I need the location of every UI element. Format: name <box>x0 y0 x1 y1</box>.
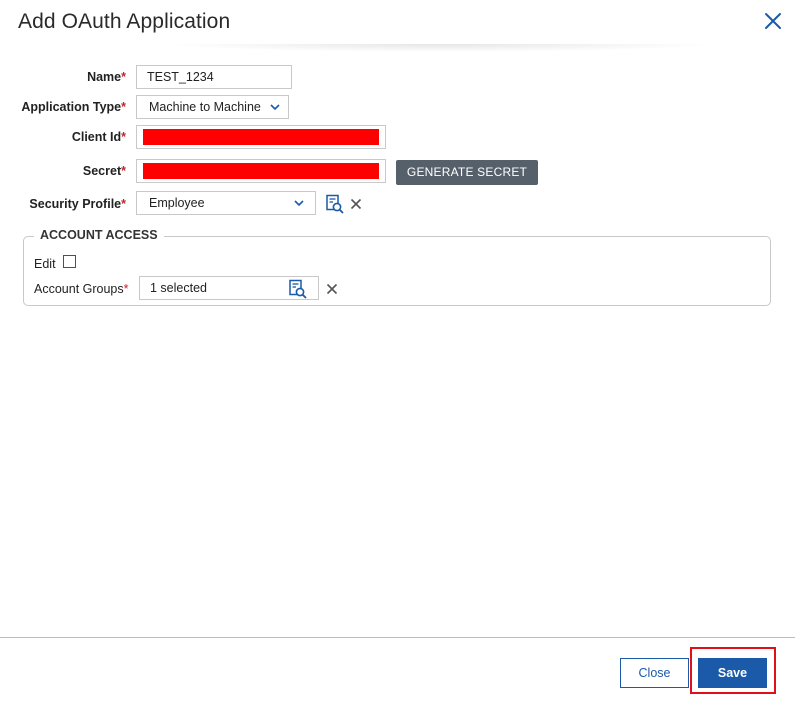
security-profile-value: Employee <box>149 196 205 210</box>
edit-label: Edit <box>34 257 56 271</box>
security-profile-select[interactable]: Employee <box>136 191 316 215</box>
footer-divider <box>0 637 795 638</box>
application-type-value: Machine to Machine <box>149 100 261 114</box>
name-label: Name* <box>87 70 126 84</box>
clear-icon[interactable] <box>326 283 338 295</box>
account-groups-value: 1 selected <box>150 281 207 295</box>
account-groups-label: Account Groups* <box>34 282 129 296</box>
application-type-label: Application Type* <box>21 100 126 114</box>
security-profile-label: Security Profile* <box>29 197 126 211</box>
save-button[interactable]: Save <box>698 658 767 688</box>
search-list-icon[interactable] <box>288 279 308 299</box>
header-divider-shadow <box>160 44 720 52</box>
chevron-down-icon <box>294 200 304 207</box>
secret-label: Secret* <box>82 164 126 178</box>
close-icon[interactable] <box>762 10 784 32</box>
search-list-icon[interactable] <box>325 194 345 214</box>
edit-checkbox[interactable] <box>63 255 76 268</box>
add-oauth-dialog: Add OAuth Application Name* TEST_1234 Ap… <box>0 0 795 709</box>
account-access-legend: ACCOUNT ACCESS <box>34 228 164 242</box>
client-id-label: Client Id* <box>71 130 126 144</box>
client-id-input[interactable] <box>136 125 386 149</box>
generate-secret-button[interactable]: GENERATE SECRET <box>396 160 538 185</box>
secret-input[interactable] <box>136 159 386 183</box>
chevron-down-icon <box>270 104 280 111</box>
name-input[interactable]: TEST_1234 <box>136 65 292 89</box>
clear-icon[interactable] <box>350 198 362 210</box>
secret-redaction <box>143 163 379 179</box>
client-id-redaction <box>143 129 379 145</box>
name-input-value: TEST_1234 <box>147 70 214 84</box>
close-button[interactable]: Close <box>620 658 689 688</box>
dialog-title: Add OAuth Application <box>18 10 231 33</box>
account-access-section <box>23 236 771 306</box>
application-type-select[interactable]: Machine to Machine <box>136 95 289 119</box>
